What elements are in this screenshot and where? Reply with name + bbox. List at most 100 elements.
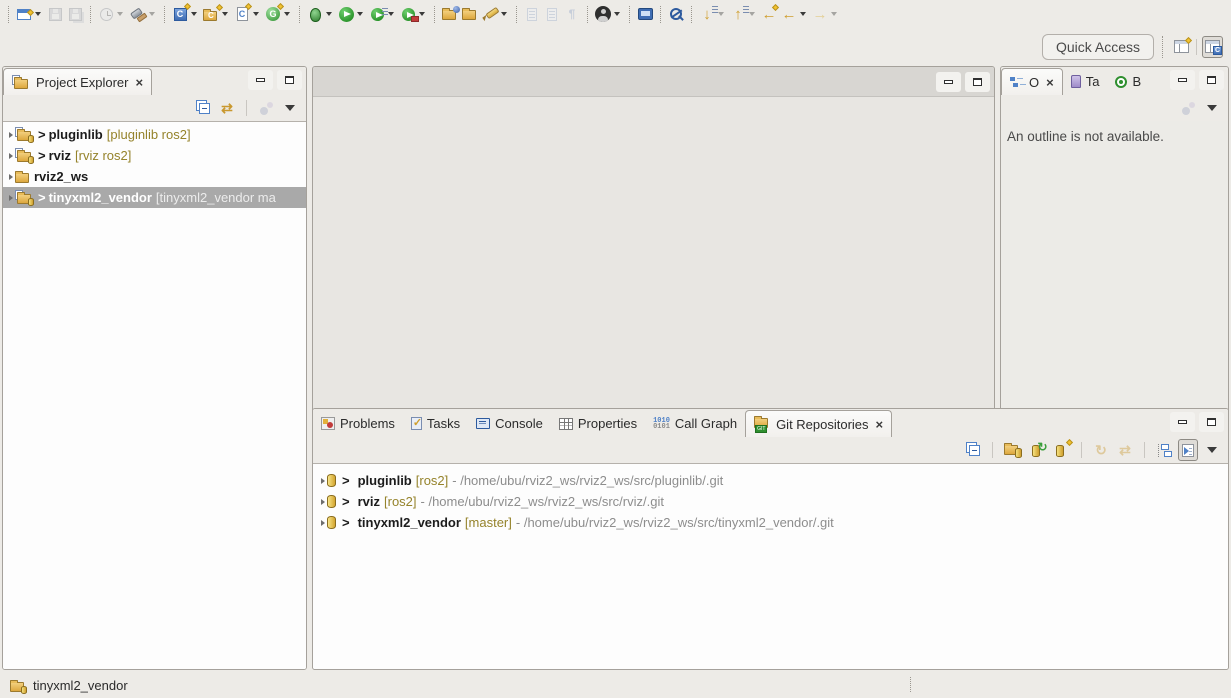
next-annotation-dropdown[interactable] xyxy=(718,12,724,16)
tab-breakpoints[interactable]: B xyxy=(1107,68,1149,95)
collapse-all-icon xyxy=(969,445,980,456)
maximize-button[interactable] xyxy=(1199,412,1224,432)
doc-arrow-icon xyxy=(527,8,537,21)
open-task-button[interactable] xyxy=(440,3,460,25)
back-dropdown[interactable] xyxy=(800,12,806,16)
collapse-all-button[interactable] xyxy=(963,439,983,461)
save-button[interactable] xyxy=(45,3,65,25)
external-tools-dropdown[interactable] xyxy=(419,12,425,16)
expander-icon[interactable] xyxy=(9,153,13,159)
expander-icon[interactable] xyxy=(9,195,13,201)
expander-icon[interactable] xyxy=(321,520,325,526)
user-button[interactable] xyxy=(593,3,613,25)
repo-row-tinyxml2-vendor[interactable]: > tinyxml2_vendor [master] - /home/ubu/r… xyxy=(313,512,1228,533)
minimize-button[interactable] xyxy=(1170,70,1195,90)
next-annotation-button[interactable]: ↓ xyxy=(697,3,717,25)
new-c-file-dropdown[interactable] xyxy=(253,12,259,16)
run-history-dropdown[interactable] xyxy=(388,12,394,16)
tree-row-rviz2-ws[interactable]: rviz2_ws xyxy=(3,166,306,187)
build-dropdown[interactable] xyxy=(149,12,155,16)
minimize-button[interactable] xyxy=(248,70,273,90)
terminal-button[interactable] xyxy=(635,3,655,25)
expander-icon[interactable] xyxy=(9,132,13,138)
view-menu-button[interactable] xyxy=(1202,97,1222,119)
tab-call-graph[interactable]: 10100101 Call Graph xyxy=(645,410,745,437)
open-resource-button[interactable] xyxy=(460,3,480,25)
cpp-perspective-button[interactable]: C xyxy=(1202,36,1223,58)
maximize-button[interactable] xyxy=(965,72,990,92)
clone-repository-button[interactable]: ↻ xyxy=(1028,439,1048,461)
tab-project-explorer[interactable]: Project Explorer × xyxy=(3,68,152,95)
tab-console[interactable]: Console xyxy=(468,410,551,437)
profile-dropdown[interactable] xyxy=(117,12,123,16)
new-cpp-class-dropdown[interactable] xyxy=(191,12,197,16)
tab-properties[interactable]: Properties xyxy=(551,410,645,437)
view-menu-button[interactable] xyxy=(1202,439,1222,461)
tree-row-rviz[interactable]: > rviz [rviz ros2] xyxy=(3,145,306,166)
add-repository-button[interactable] xyxy=(1002,439,1024,461)
toggle-mark-button[interactable] xyxy=(480,3,500,25)
previous-annotation-dropdown[interactable] xyxy=(749,12,755,16)
view-menu-button[interactable] xyxy=(280,97,300,119)
minimize-button[interactable] xyxy=(936,72,961,92)
show-whitespace-button[interactable]: ¶ xyxy=(562,3,582,25)
forward-dropdown[interactable] xyxy=(831,12,837,16)
close-icon[interactable]: × xyxy=(876,417,884,432)
refresh-button[interactable]: ↻ xyxy=(1091,439,1111,461)
new-wizard-button[interactable] xyxy=(14,3,34,25)
create-repository-icon xyxy=(1056,443,1069,457)
back-button[interactable]: ← xyxy=(779,3,799,25)
expander-icon[interactable] xyxy=(321,478,325,484)
link-with-selection-button[interactable]: ⇄ xyxy=(1115,439,1135,461)
tab-problems[interactable]: Problems xyxy=(313,410,403,437)
save-all-button[interactable] xyxy=(65,3,85,25)
expander-icon[interactable] xyxy=(321,499,325,505)
search-button[interactable] xyxy=(666,3,686,25)
debug-dropdown[interactable] xyxy=(326,12,332,16)
maximize-button[interactable] xyxy=(277,70,302,90)
tree-row-tinyxml2-vendor[interactable]: > tinyxml2_vendor [tinyxml2_vendor ma xyxy=(3,187,306,208)
hierarchy-view-button[interactable] xyxy=(1154,439,1174,461)
external-tools-button[interactable] xyxy=(398,3,418,25)
new-connection-button[interactable]: G xyxy=(263,3,283,25)
tree-row-pluginlib[interactable]: > pluginlib [pluginlib ros2] xyxy=(3,124,306,145)
create-repository-button[interactable] xyxy=(1052,439,1072,461)
run-dropdown[interactable] xyxy=(357,12,363,16)
last-edit-button[interactable] xyxy=(522,3,542,25)
repo-row-pluginlib[interactable]: > pluginlib [ros2] - /home/ubu/rviz2_ws/… xyxy=(313,470,1228,491)
expander-icon[interactable] xyxy=(9,174,13,180)
toggle-mark-dropdown[interactable] xyxy=(501,12,507,16)
profile-button[interactable] xyxy=(96,3,116,25)
maximize-button[interactable] xyxy=(1199,70,1224,90)
minimize-button[interactable] xyxy=(1170,412,1195,432)
close-icon[interactable]: × xyxy=(135,75,143,90)
show-source-button[interactable] xyxy=(542,3,562,25)
open-perspective-button[interactable] xyxy=(1171,36,1191,58)
branch-view-button[interactable] xyxy=(1178,439,1198,461)
run-history-button[interactable] xyxy=(367,3,387,25)
new-c-project-dropdown[interactable] xyxy=(222,12,228,16)
new-wizard-dropdown[interactable] xyxy=(35,12,41,16)
new-c-project-button[interactable]: C xyxy=(201,3,221,25)
tab-tasks[interactable]: ✓ Tasks xyxy=(403,410,468,437)
quick-access-button[interactable]: Quick Access xyxy=(1042,34,1154,60)
new-c-file-button[interactable]: C xyxy=(232,3,252,25)
last-edit-location-button[interactable]: ← xyxy=(759,3,779,25)
close-icon[interactable]: × xyxy=(1046,75,1054,90)
collapse-all-button[interactable] xyxy=(193,97,213,119)
link-with-editor-button[interactable]: ⇄ xyxy=(217,97,237,119)
previous-annotation-button[interactable]: ↑ xyxy=(728,3,748,25)
build-button[interactable] xyxy=(127,3,148,25)
user-dropdown[interactable] xyxy=(614,12,620,16)
working-set-button[interactable] xyxy=(1178,97,1198,119)
tab-git-repositories[interactable]: GIT Git Repositories × xyxy=(745,410,892,437)
working-set-button[interactable] xyxy=(256,97,276,119)
run-button[interactable] xyxy=(336,3,356,25)
repo-row-rviz[interactable]: > rviz [ros2] - /home/ubu/rviz2_ws/rviz2… xyxy=(313,491,1228,512)
new-connection-dropdown[interactable] xyxy=(284,12,290,16)
new-cpp-class-button[interactable]: C xyxy=(170,3,190,25)
forward-button[interactable]: → xyxy=(810,3,830,25)
debug-button[interactable] xyxy=(305,3,325,25)
tab-task-list[interactable]: Ta xyxy=(1063,68,1108,95)
tab-outline[interactable]: O × xyxy=(1001,68,1063,95)
